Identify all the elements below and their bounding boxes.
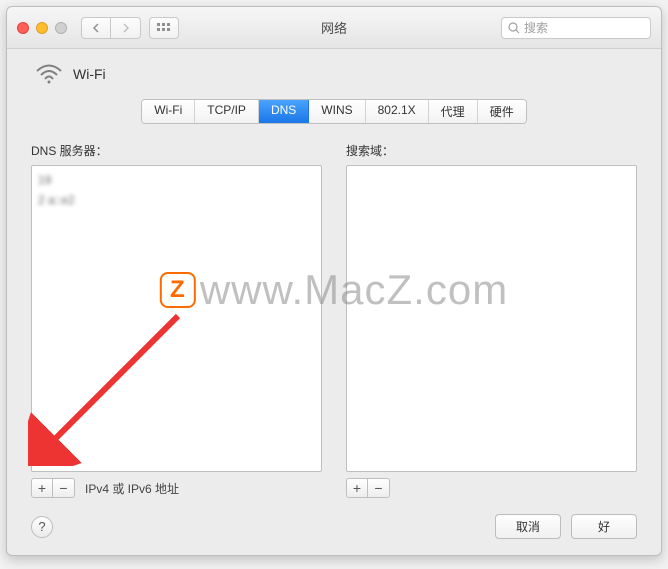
search-icon xyxy=(508,22,520,34)
dns-controls: + − IPv4 或 IPv6 地址 xyxy=(31,478,322,498)
bottom-row: ? 取消 好 xyxy=(31,514,637,539)
domain-add-remove: + − xyxy=(346,478,390,498)
cancel-button[interactable]: 取消 xyxy=(495,514,561,539)
dns-servers-label: DNS 服务器： xyxy=(31,142,322,159)
search-domains-label: 搜索域： xyxy=(346,142,637,159)
forward-button[interactable] xyxy=(111,17,141,39)
search-placeholder: 搜索 xyxy=(524,19,548,36)
titlebar: 网络 搜索 xyxy=(7,7,661,49)
chevron-left-icon xyxy=(92,23,100,33)
tab-hardware[interactable]: 硬件 xyxy=(478,100,526,123)
zoom-icon xyxy=(55,22,67,34)
add-dns-button[interactable]: + xyxy=(31,478,53,498)
list-item[interactable]: 2 a::e2 xyxy=(38,190,315,210)
tab-group: Wi-Fi TCP/IP DNS WINS 802.1X 代理 硬件 xyxy=(141,99,526,124)
tab-proxy[interactable]: 代理 xyxy=(429,100,478,123)
tab-wins[interactable]: WINS xyxy=(309,100,365,123)
wifi-icon xyxy=(35,63,63,85)
minimize-icon[interactable] xyxy=(36,22,48,34)
interface-row: Wi-Fi xyxy=(31,63,637,85)
window-title: 网络 xyxy=(321,18,347,37)
preferences-window: 网络 搜索 Wi-Fi Wi-Fi TCP/IP DNS WINS 802.1X… xyxy=(6,6,662,556)
nav-buttons xyxy=(81,17,141,39)
remove-domain-button[interactable]: − xyxy=(368,478,390,498)
traffic-lights xyxy=(17,22,67,34)
tab-8021x[interactable]: 802.1X xyxy=(366,100,429,123)
tab-wifi[interactable]: Wi-Fi xyxy=(142,100,195,123)
tab-bar: Wi-Fi TCP/IP DNS WINS 802.1X 代理 硬件 xyxy=(31,99,637,124)
add-domain-button[interactable]: + xyxy=(346,478,368,498)
dns-hint: IPv4 或 IPv6 地址 xyxy=(85,480,179,497)
domain-controls: + − xyxy=(346,478,637,498)
dns-servers-column: DNS 服务器： 19 2 a::e2 + − IPv4 或 IPv6 地址 xyxy=(31,142,322,498)
dns-servers-list[interactable]: 19 2 a::e2 xyxy=(31,165,322,472)
search-field[interactable]: 搜索 xyxy=(501,17,651,39)
ok-button[interactable]: 好 xyxy=(571,514,637,539)
two-column: DNS 服务器： 19 2 a::e2 + − IPv4 或 IPv6 地址 搜… xyxy=(31,142,637,498)
search-domains-column: 搜索域： + − xyxy=(346,142,637,498)
action-buttons: 取消 好 xyxy=(495,514,637,539)
dns-add-remove: + − xyxy=(31,478,75,498)
interface-name: Wi-Fi xyxy=(73,66,106,82)
tab-dns[interactable]: DNS xyxy=(259,100,309,123)
grid-icon xyxy=(157,23,171,33)
close-icon[interactable] xyxy=(17,22,29,34)
body: Wi-Fi Wi-Fi TCP/IP DNS WINS 802.1X 代理 硬件… xyxy=(7,49,661,555)
help-button[interactable]: ? xyxy=(31,516,53,538)
search-domains-list[interactable] xyxy=(346,165,637,472)
show-all-button[interactable] xyxy=(149,17,179,39)
tab-tcpip[interactable]: TCP/IP xyxy=(195,100,259,123)
list-item[interactable]: 19 xyxy=(38,170,315,190)
back-button[interactable] xyxy=(81,17,111,39)
chevron-right-icon xyxy=(122,23,130,33)
remove-dns-button[interactable]: − xyxy=(53,478,75,498)
